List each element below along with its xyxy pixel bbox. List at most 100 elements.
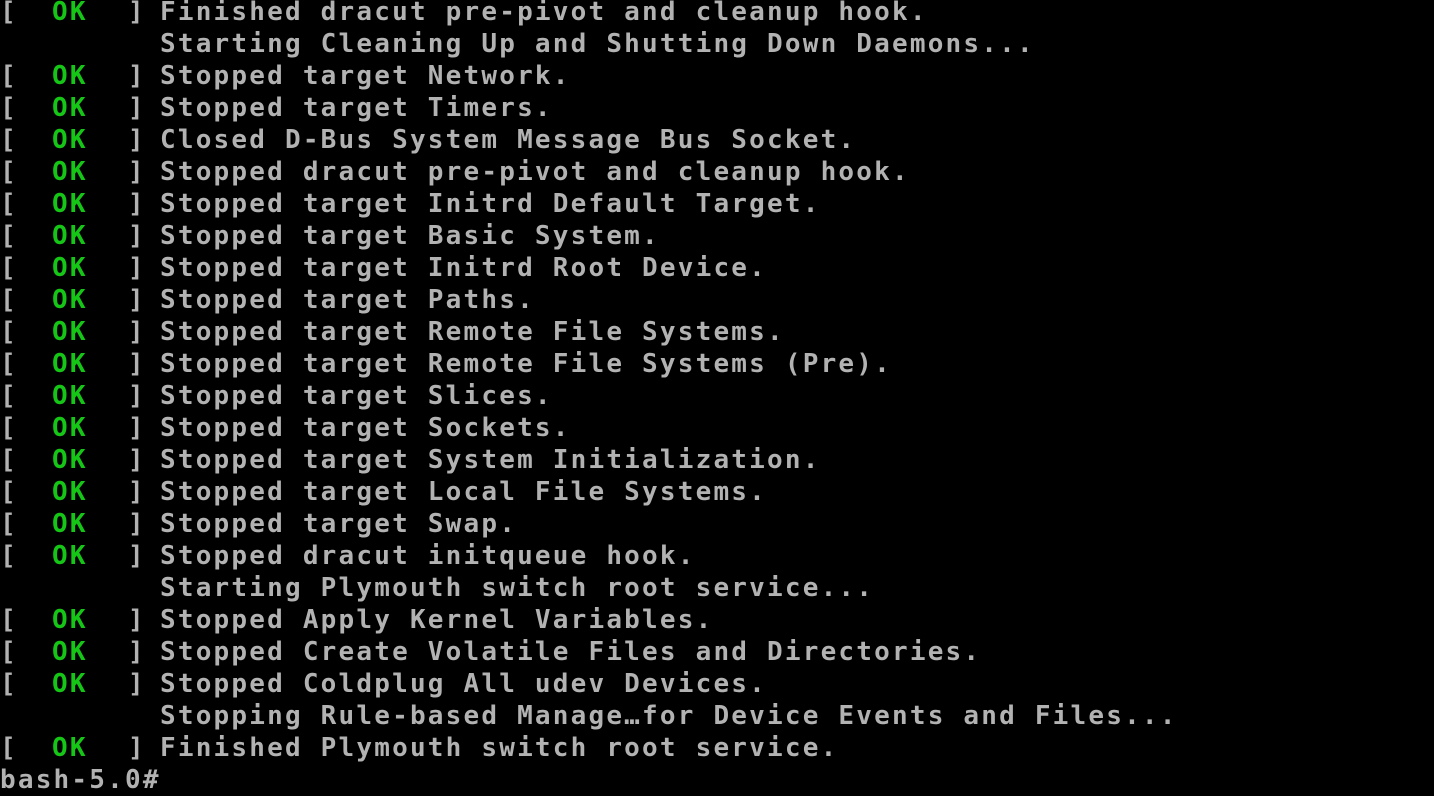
status-column: [OK] <box>0 476 160 508</box>
status-bracket-open: [ <box>0 509 18 539</box>
log-line: [OK] Stopped target Remote File Systems (… <box>0 348 1434 380</box>
log-message: Stopped target Paths. <box>160 285 535 315</box>
status-bracket-close: ] <box>128 605 146 635</box>
log-message: Stopped target Slices. <box>160 381 553 411</box>
status-bracket-open: [ <box>0 605 18 635</box>
log-line: [OK] Stopped target Basic System. <box>0 220 1434 252</box>
status-column <box>0 28 160 60</box>
log-line: [OK] Finished Plymouth switch root servic… <box>0 732 1434 764</box>
status-bracket-close: ] <box>128 317 146 347</box>
status-ok: OK <box>52 669 88 699</box>
log-message: Stopped target Remote File Systems. <box>160 317 785 347</box>
status-ok: OK <box>52 0 88 27</box>
status-column: [OK] <box>0 188 160 220</box>
status-bracket-open: [ <box>0 669 18 699</box>
status-bracket-open: [ <box>0 157 18 187</box>
log-line: Stopping Rule-based Manage…for Device Ev… <box>0 700 1434 732</box>
status-column: [ OK] <box>0 636 160 668</box>
log-line: Starting Cleaning Up and Shutting Down D… <box>0 28 1434 60</box>
status-bracket-open: [ <box>0 93 18 123</box>
status-column: [ OK] <box>0 284 160 316</box>
status-bracket-close: ] <box>128 381 146 411</box>
status-ok: OK <box>52 509 88 539</box>
status-bracket-open: [ <box>0 189 18 219</box>
status-ok: OK <box>52 733 88 763</box>
status-column <box>0 700 160 732</box>
status-column: [OK] <box>0 124 160 156</box>
log-line: [OK] Stopped Coldplug All udev Devices. <box>0 668 1434 700</box>
status-bracket-close: ] <box>128 285 146 315</box>
status-ok: OK <box>52 189 88 219</box>
log-line: [ OK] Stopped target Initrd Root Device. <box>0 252 1434 284</box>
status-column: [ OK] <box>0 508 160 540</box>
status-bracket-open: [ <box>0 349 18 379</box>
status-bracket-close: ] <box>128 157 146 187</box>
log-line: [ OK] Stopped target Paths. <box>0 284 1434 316</box>
log-message: Stopped target Initrd Root Device. <box>160 253 768 283</box>
status-ok: OK <box>52 61 88 91</box>
status-column: [ OK] <box>0 444 160 476</box>
status-bracket-close: ] <box>128 413 146 443</box>
status-bracket-close: ] <box>128 93 146 123</box>
status-bracket-close: ] <box>128 0 146 27</box>
status-ok: OK <box>52 445 88 475</box>
status-ok: OK <box>52 637 88 667</box>
log-message: Stopped target Remote File Systems (Pre)… <box>160 349 892 379</box>
log-message: Stopped target Swap. <box>160 509 518 539</box>
log-message: Finished Plymouth switch root service. <box>160 733 839 763</box>
status-column: [OK] <box>0 220 160 252</box>
status-bracket-open: [ <box>0 285 18 315</box>
log-line: [OK] Stopped target Network. <box>0 60 1434 92</box>
log-line: [OK] Stopped target Timers. <box>0 92 1434 124</box>
status-bracket-open: [ <box>0 637 18 667</box>
status-bracket-open: [ <box>0 541 18 571</box>
status-ok: OK <box>52 349 88 379</box>
status-ok: OK <box>52 285 88 315</box>
status-bracket-close: ] <box>128 253 146 283</box>
log-line: [ OK] Stopped dracut pre-pivot and cleanup… <box>0 156 1434 188</box>
status-column: [OK] <box>0 732 160 764</box>
log-message: Stopped target Local File Systems. <box>160 477 768 507</box>
status-bracket-close: ] <box>128 125 146 155</box>
log-line: [OK] Stopped target System Initialization… <box>0 444 1434 476</box>
log-line: Starting Plymouth switch root service... <box>0 572 1434 604</box>
status-ok: OK <box>52 253 88 283</box>
log-message: Stopped Create Volatile Files and Direct… <box>160 637 982 667</box>
log-message: Stopped Apply Kernel Variables. <box>160 605 714 635</box>
status-bracket-close: ] <box>128 509 146 539</box>
log-message: Closed D-Bus System Message Bus Socket. <box>160 125 857 155</box>
status-bracket-close: ] <box>128 637 146 667</box>
status-ok: OK <box>52 221 88 251</box>
log-message: Stopped target Initrd Default Target. <box>160 189 821 219</box>
log-message: Stopped target Timers. <box>160 93 553 123</box>
status-bracket-open: [ <box>0 413 18 443</box>
log-message: Stopped target Basic System. <box>160 221 660 251</box>
status-ok: OK <box>52 125 88 155</box>
status-ok: OK <box>52 413 88 443</box>
log-line: [OK] Closed D-Bus System Message Bus Sock… <box>0 124 1434 156</box>
log-line: [OK] Stopped target Initrd Default Target… <box>0 188 1434 220</box>
log-message: Stopped dracut initqueue hook. <box>160 541 696 571</box>
status-bracket-open: [ <box>0 445 18 475</box>
status-bracket-close: ] <box>128 541 146 571</box>
status-ok: OK <box>52 381 88 411</box>
status-column <box>0 572 160 604</box>
log-message: Stopped target Network. <box>160 61 571 91</box>
status-bracket-close: ] <box>128 445 146 475</box>
status-column: [ OK] <box>0 156 160 188</box>
status-bracket-close: ] <box>128 221 146 251</box>
log-message: Stopping Rule-based Manage…for Device Ev… <box>160 701 1178 731</box>
terminal-console[interactable]: [OK] Finished dracut pre-pivot and cleanu… <box>0 0 1434 795</box>
log-message: Stopped Coldplug All udev Devices. <box>160 669 768 699</box>
log-message: Stopped dracut pre-pivot and cleanup hoo… <box>160 157 910 187</box>
status-column: [OK] <box>0 92 160 124</box>
status-bracket-open: [ <box>0 477 18 507</box>
status-column: [OK] <box>0 316 160 348</box>
log-message: Stopped target Sockets. <box>160 413 571 443</box>
log-line: [ OK] Stopped target Sockets. <box>0 412 1434 444</box>
status-ok: OK <box>52 157 88 187</box>
status-ok: OK <box>52 605 88 635</box>
log-line: [OK] Stopped target Remote File Systems. <box>0 316 1434 348</box>
status-bracket-open: [ <box>0 253 18 283</box>
shell-prompt-line[interactable]: bash-5.0# <box>0 764 1434 796</box>
